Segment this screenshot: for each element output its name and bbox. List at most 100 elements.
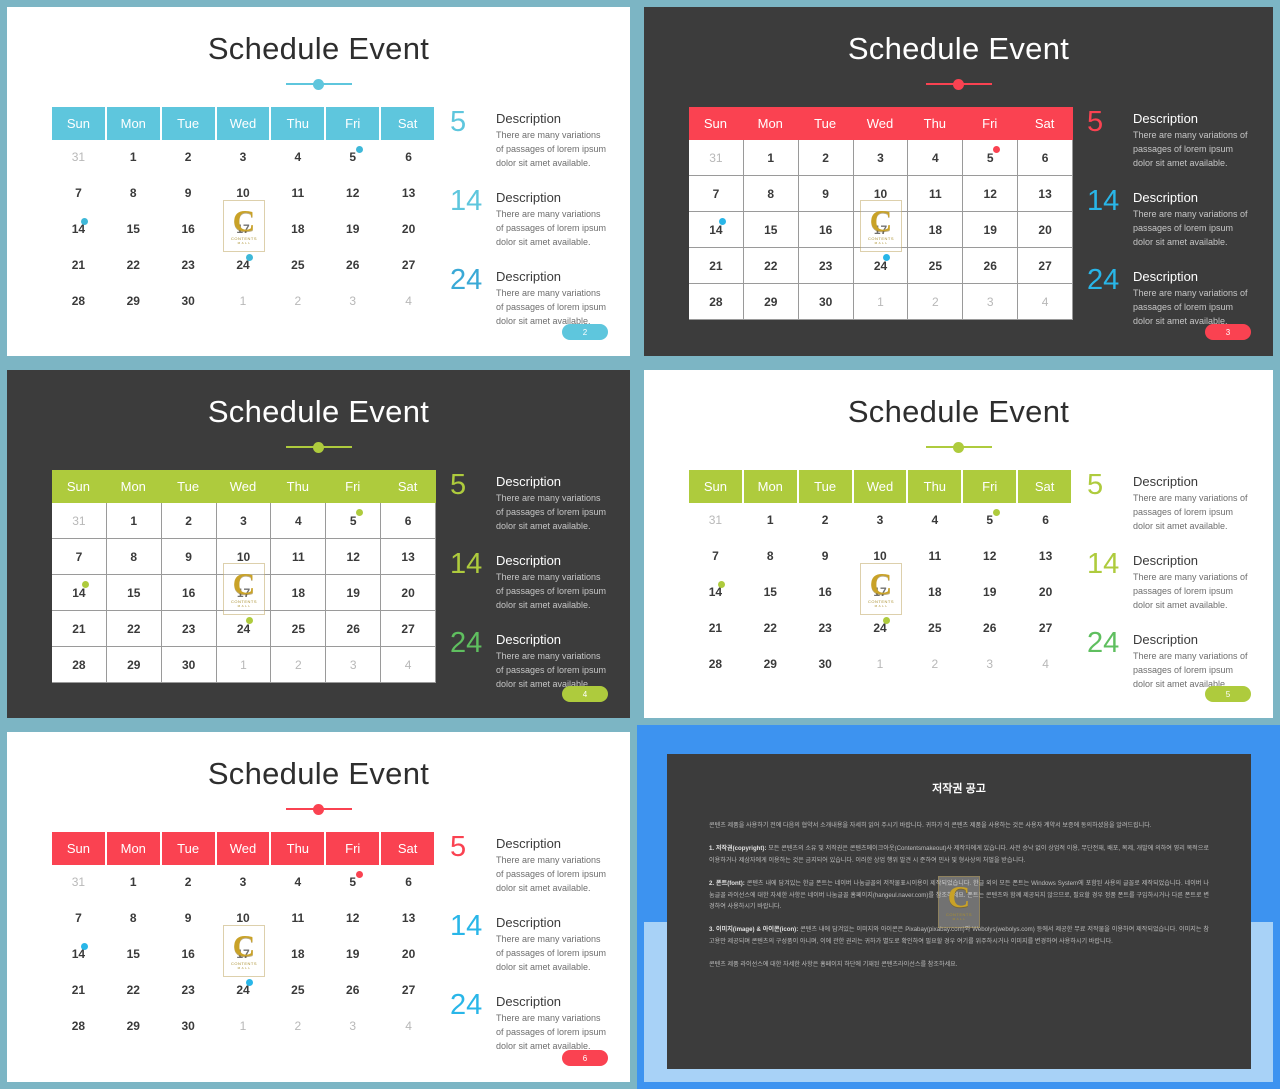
calendar-day-cell[interactable]: 26 xyxy=(963,611,1019,647)
calendar-day-cell[interactable]: 5 xyxy=(963,140,1019,176)
calendar-day-cell[interactable]: 16 xyxy=(161,937,217,973)
page-number-badge[interactable]: 5 xyxy=(1205,686,1251,702)
calendar-day-cell[interactable]: 3 xyxy=(216,140,272,176)
calendar-day-cell[interactable]: 4 xyxy=(381,284,436,320)
calendar-day-cell[interactable]: 4 xyxy=(381,647,436,683)
calendar-day-cell[interactable]: 25 xyxy=(908,611,964,647)
calendar-day-cell[interactable]: 14 xyxy=(52,212,107,248)
calendar-day-cell[interactable]: 27 xyxy=(381,973,436,1009)
calendar-day-cell[interactable]: 15 xyxy=(106,575,162,611)
calendar-day-cell[interactable]: 23 xyxy=(161,611,217,647)
calendar-day-cell[interactable]: 23 xyxy=(161,973,217,1009)
calendar-day-cell[interactable]: 13 xyxy=(1018,176,1073,212)
calendar-day-cell[interactable]: 24 xyxy=(216,973,272,1009)
calendar-day-cell[interactable]: 22 xyxy=(106,973,162,1009)
calendar-day-cell[interactable]: 17 xyxy=(853,212,909,248)
calendar-day-cell[interactable]: 3 xyxy=(963,647,1019,683)
calendar-day-cell[interactable]: 16 xyxy=(798,212,854,248)
calendar-day-cell[interactable]: 19 xyxy=(963,575,1019,611)
calendar-day-cell[interactable]: 24 xyxy=(853,611,909,647)
calendar-day-cell[interactable]: 20 xyxy=(1018,575,1073,611)
calendar-day-cell[interactable]: 9 xyxy=(161,539,217,575)
calendar-day-cell[interactable]: 15 xyxy=(743,212,799,248)
calendar-day-cell[interactable]: 1 xyxy=(216,1009,272,1045)
calendar-day-cell[interactable]: 7 xyxy=(52,901,107,937)
calendar-day-cell[interactable]: 13 xyxy=(381,901,436,937)
calendar-day-cell[interactable]: 4 xyxy=(271,140,327,176)
calendar-day-cell[interactable]: 13 xyxy=(1018,539,1073,575)
calendar-day-cell[interactable]: 21 xyxy=(689,248,744,284)
calendar-day-cell[interactable]: 20 xyxy=(1018,212,1073,248)
calendar-day-cell[interactable]: 5 xyxy=(963,503,1019,539)
calendar-day-cell[interactable]: 8 xyxy=(743,539,799,575)
calendar-day-cell[interactable]: 19 xyxy=(326,575,382,611)
calendar-day-cell[interactable]: 29 xyxy=(106,1009,162,1045)
page-number-badge[interactable]: 3 xyxy=(1205,324,1251,340)
calendar-day-cell[interactable]: 15 xyxy=(106,212,162,248)
calendar-day-cell[interactable]: 16 xyxy=(798,575,854,611)
calendar-day-cell[interactable]: 25 xyxy=(908,248,964,284)
calendar-day-cell[interactable]: 28 xyxy=(689,647,744,683)
calendar-day-cell[interactable]: 22 xyxy=(743,248,799,284)
calendar-day-cell[interactable]: 3 xyxy=(216,503,272,539)
calendar-day-cell[interactable]: 24 xyxy=(216,611,272,647)
calendar-day-cell[interactable]: 4 xyxy=(271,503,327,539)
calendar-day-cell[interactable]: 12 xyxy=(326,539,382,575)
calendar-day-cell[interactable]: 3 xyxy=(853,503,909,539)
calendar-day-cell[interactable]: 27 xyxy=(1018,611,1073,647)
calendar-day-cell[interactable]: 31 xyxy=(52,865,107,901)
page-number-badge[interactable]: 2 xyxy=(562,324,608,340)
calendar-day-cell[interactable]: 2 xyxy=(271,284,327,320)
calendar-day-cell[interactable]: 18 xyxy=(271,575,327,611)
calendar-day-cell[interactable]: 3 xyxy=(326,647,382,683)
calendar-day-cell[interactable]: 20 xyxy=(381,212,436,248)
calendar-day-cell[interactable]: 12 xyxy=(326,176,382,212)
calendar-day-cell[interactable]: 4 xyxy=(1018,284,1073,320)
calendar-day-cell[interactable]: 14 xyxy=(689,575,744,611)
calendar-day-cell[interactable]: 5 xyxy=(326,503,382,539)
calendar-day-cell[interactable]: 17 xyxy=(853,575,909,611)
calendar-day-cell[interactable]: 29 xyxy=(106,647,162,683)
calendar-day-cell[interactable]: 8 xyxy=(743,176,799,212)
calendar-day-cell[interactable]: 9 xyxy=(161,176,217,212)
calendar-day-cell[interactable]: 19 xyxy=(326,937,382,973)
calendar-day-cell[interactable]: 3 xyxy=(326,1009,382,1045)
calendar-day-cell[interactable]: 14 xyxy=(52,937,107,973)
calendar-day-cell[interactable]: 2 xyxy=(908,647,964,683)
calendar-day-cell[interactable]: 17 xyxy=(216,575,272,611)
calendar-day-cell[interactable]: 22 xyxy=(106,248,162,284)
calendar-day-cell[interactable]: 28 xyxy=(689,284,744,320)
calendar-day-cell[interactable]: 31 xyxy=(52,140,107,176)
calendar-day-cell[interactable]: 11 xyxy=(908,539,964,575)
calendar-day-cell[interactable]: 31 xyxy=(52,503,107,539)
calendar-day-cell[interactable]: 2 xyxy=(271,647,327,683)
calendar-day-cell[interactable]: 2 xyxy=(798,503,854,539)
calendar-day-cell[interactable]: 18 xyxy=(908,212,964,248)
calendar-day-cell[interactable]: 18 xyxy=(908,575,964,611)
calendar-day-cell[interactable]: 4 xyxy=(908,140,964,176)
calendar-day-cell[interactable]: 29 xyxy=(743,284,799,320)
calendar-day-cell[interactable]: 1 xyxy=(743,140,799,176)
calendar-day-cell[interactable]: 29 xyxy=(743,647,799,683)
calendar-day-cell[interactable]: 1 xyxy=(853,647,909,683)
calendar-day-cell[interactable]: 25 xyxy=(271,611,327,647)
calendar-day-cell[interactable]: 22 xyxy=(106,611,162,647)
calendar-day-cell[interactable]: 3 xyxy=(853,140,909,176)
calendar-day-cell[interactable]: 27 xyxy=(1018,248,1073,284)
calendar-day-cell[interactable]: 12 xyxy=(963,176,1019,212)
calendar-day-cell[interactable]: 20 xyxy=(381,937,436,973)
calendar-day-cell[interactable]: 25 xyxy=(271,973,327,1009)
calendar-day-cell[interactable]: 5 xyxy=(326,865,382,901)
calendar-day-cell[interactable]: 6 xyxy=(1018,140,1073,176)
calendar-day-cell[interactable]: 2 xyxy=(798,140,854,176)
calendar-day-cell[interactable]: 7 xyxy=(52,539,107,575)
calendar-day-cell[interactable]: 8 xyxy=(106,176,162,212)
calendar-day-cell[interactable]: 21 xyxy=(52,973,107,1009)
calendar-day-cell[interactable]: 27 xyxy=(381,248,436,284)
calendar-day-cell[interactable]: 26 xyxy=(326,973,382,1009)
calendar-day-cell[interactable]: 7 xyxy=(689,539,744,575)
calendar-day-cell[interactable]: 9 xyxy=(798,176,854,212)
calendar-day-cell[interactable]: 21 xyxy=(52,611,107,647)
calendar-day-cell[interactable]: 8 xyxy=(106,539,162,575)
calendar-day-cell[interactable]: 30 xyxy=(161,647,217,683)
